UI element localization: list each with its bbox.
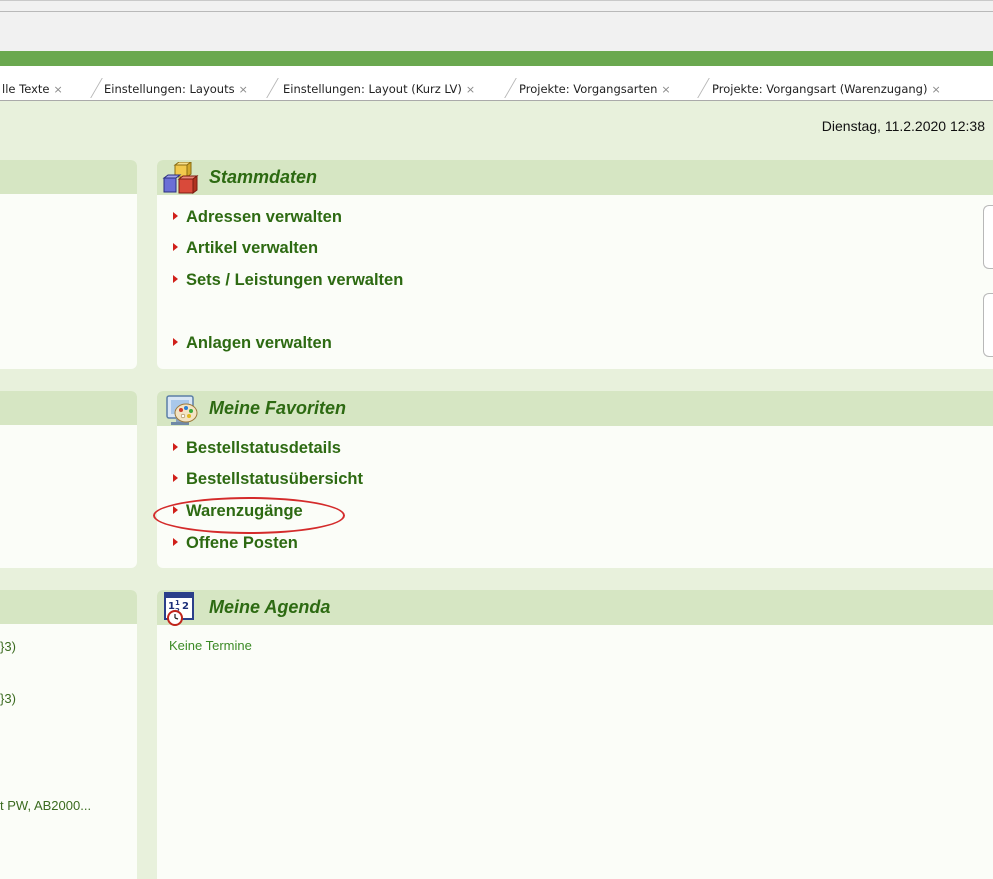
svg-text:2: 2 [182, 601, 189, 612]
card-header: Stammdaten [157, 160, 993, 195]
bullet-arrow-icon [173, 242, 178, 251]
tab-label: Projekte: Vorgangsart (Warenzugang) [712, 82, 928, 96]
left-panel-2 [0, 391, 137, 568]
link-label: Anlagen verwalten [186, 334, 332, 352]
link-artikel-verwalten[interactable]: Artikel verwalten [173, 239, 318, 258]
close-icon[interactable]: × [53, 83, 62, 96]
building-blocks-icon [162, 162, 199, 194]
link-label: Bestellstatusübersicht [186, 470, 363, 488]
left-panel-1 [0, 160, 137, 369]
bullet-arrow-icon [173, 473, 178, 482]
link-label: Artikel verwalten [186, 239, 319, 257]
link-sets-leistungen-verwalten[interactable]: Sets / Leistungen verwalten [173, 271, 403, 290]
link-adressen-verwalten[interactable]: Adressen verwalten [173, 208, 342, 227]
tab-einstellungen-layout-kurz-lv[interactable]: Einstellungen: Layout (Kurz LV) × [283, 79, 475, 99]
brand-bar [0, 51, 993, 66]
link-offene-posten[interactable]: Offene Posten [173, 534, 298, 553]
tab-label: Projekte: Vorgangsarten [519, 82, 658, 96]
top-toolbar [0, 0, 993, 51]
highlight-annotation [153, 497, 345, 534]
tab-label: Einstellungen: Layouts [104, 82, 235, 96]
favoriten-card: Meine Favoriten Bestellstatusdetails Bes… [157, 391, 993, 568]
svg-text:1: 1 [175, 599, 180, 607]
stammdaten-card: Stammdaten Adressen verwalten Artikel ve… [157, 160, 993, 369]
tab-projekte-vorgangsart-warenzugang[interactable]: Projekte: Vorgangsart (Warenzugang) × [712, 79, 941, 99]
tab-label: lle Texte [2, 82, 50, 96]
left-panel-header [0, 590, 137, 624]
card-header: Meine Favoriten [157, 391, 993, 426]
agenda-empty-message: Keine Termine [169, 638, 252, 653]
link-bestellstatusdetails[interactable]: Bestellstatusdetails [173, 439, 341, 458]
left-panel-header [0, 391, 137, 425]
link-label: Sets / Leistungen verwalten [186, 271, 404, 289]
card-header: 1 1 2 2 Meine Agenda [157, 590, 993, 626]
bullet-arrow-icon [173, 337, 178, 346]
toolbar-divider [0, 11, 993, 12]
bullet-arrow-icon [173, 537, 178, 546]
link-bestellstatusuebersicht[interactable]: Bestellstatusübersicht [173, 470, 363, 489]
close-icon[interactable]: × [931, 83, 940, 96]
left-panel-3: }3) }3) t PW, AB2000... [0, 590, 137, 879]
close-icon[interactable]: × [466, 83, 475, 96]
left-list-item[interactable]: }3) [0, 691, 16, 706]
palette-monitor-icon [166, 395, 198, 425]
close-icon[interactable]: × [661, 83, 670, 96]
side-panel-handle[interactable] [983, 293, 993, 357]
bullet-arrow-icon [173, 274, 178, 283]
tab-einstellungen-layouts[interactable]: Einstellungen: Layouts × [104, 79, 248, 99]
agenda-card: 1 1 2 2 Meine Agenda Keine Termine [157, 590, 993, 879]
side-panel-handle[interactable] [983, 205, 993, 269]
link-label: Adressen verwalten [186, 208, 342, 226]
tab-alle-texte[interactable]: lle Texte × [2, 79, 63, 99]
link-label: Bestellstatusdetails [186, 439, 341, 457]
left-list-item[interactable]: }3) [0, 639, 16, 654]
close-icon[interactable]: × [239, 83, 248, 96]
calendar-clock-icon: 1 1 2 2 [164, 592, 194, 626]
link-anlagen-verwalten[interactable]: Anlagen verwalten [173, 334, 332, 353]
left-list-item[interactable]: t PW, AB2000... [0, 798, 91, 813]
link-label: Offene Posten [186, 534, 298, 552]
tab-label: Einstellungen: Layout (Kurz LV) [283, 82, 462, 96]
card-title: Meine Favoriten [209, 398, 347, 418]
card-title: Stammdaten [209, 167, 318, 187]
card-title: Meine Agenda [209, 597, 331, 617]
tab-projekte-vorgangsarten[interactable]: Projekte: Vorgangsarten × [519, 79, 671, 99]
left-panel-header [0, 160, 137, 194]
current-datetime: Dienstag, 11.2.2020 12:38 [821, 118, 985, 134]
bullet-arrow-icon [173, 211, 178, 220]
bullet-arrow-icon [173, 442, 178, 451]
